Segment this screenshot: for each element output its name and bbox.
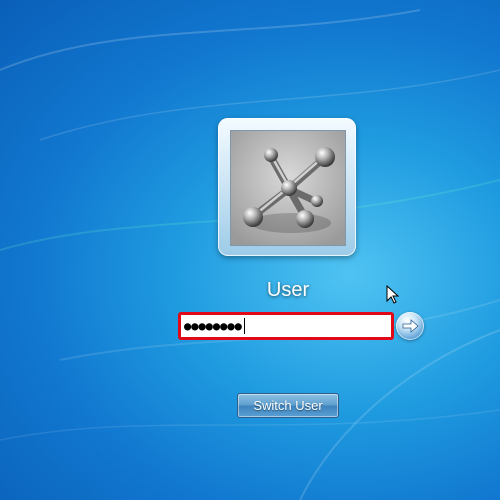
text-caret (244, 318, 245, 334)
submit-login-button[interactable] (396, 312, 424, 340)
metal-jacks-icon (231, 131, 345, 245)
avatar-image (230, 130, 346, 246)
mouse-pointer-icon (386, 285, 400, 304)
switch-user-button[interactable]: Switch User (237, 393, 339, 418)
username-label: User (266, 279, 310, 301)
password-field[interactable]: ●●●●●●●● (184, 317, 387, 335)
arrow-right-icon (402, 319, 419, 333)
password-highlight-outline: ●●●●●●●● (178, 312, 394, 340)
user-avatar (218, 118, 356, 256)
